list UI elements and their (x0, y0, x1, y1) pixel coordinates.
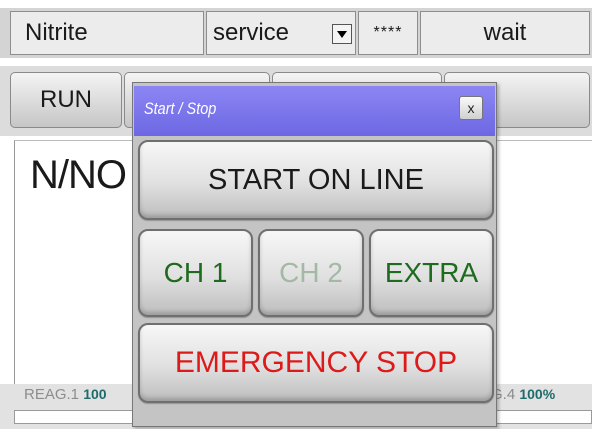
chevron-down-icon[interactable] (332, 24, 352, 44)
status-text: wait (483, 19, 527, 46)
dialog-title: Start / Stop (144, 99, 217, 118)
parameter-formula: N/NO (30, 153, 127, 197)
reagent-4-status: G.4 100% (491, 386, 555, 403)
reagent-1-level: 100 (83, 386, 107, 402)
close-button[interactable]: x (459, 96, 483, 120)
extra-label: EXTRA (384, 257, 479, 288)
parameter-name-text: Nitrite (25, 19, 88, 46)
emergency-stop-label: EMERGENCY STOP (174, 346, 458, 379)
run-button-label: RUN (40, 86, 92, 113)
parameter-name-field: Nitrite (10, 11, 204, 55)
ch2-button[interactable]: CH 2 (258, 229, 364, 317)
start-online-label: START ON LINE (208, 163, 424, 196)
status-field: wait (420, 11, 590, 55)
password-mask: **** (373, 24, 403, 41)
password-field[interactable]: **** (358, 11, 418, 55)
reagent-4-level: 100% (519, 386, 556, 402)
mode-select-value: service (213, 19, 290, 46)
reagent-1-status: REAG.1 100 (24, 386, 107, 403)
close-icon: x (467, 100, 475, 116)
mode-select[interactable]: service (206, 11, 356, 55)
ch1-label: CH 1 (163, 257, 228, 288)
run-button[interactable]: RUN (10, 72, 122, 128)
extra-button[interactable]: EXTRA (369, 229, 494, 317)
start-online-button[interactable]: START ON LINE (138, 140, 494, 220)
reagent-1-label: REAG.1 (24, 386, 80, 403)
ch2-label: CH 2 (279, 257, 343, 288)
emergency-stop-button[interactable]: EMERGENCY STOP (138, 323, 494, 403)
ch1-button[interactable]: CH 1 (138, 229, 253, 317)
